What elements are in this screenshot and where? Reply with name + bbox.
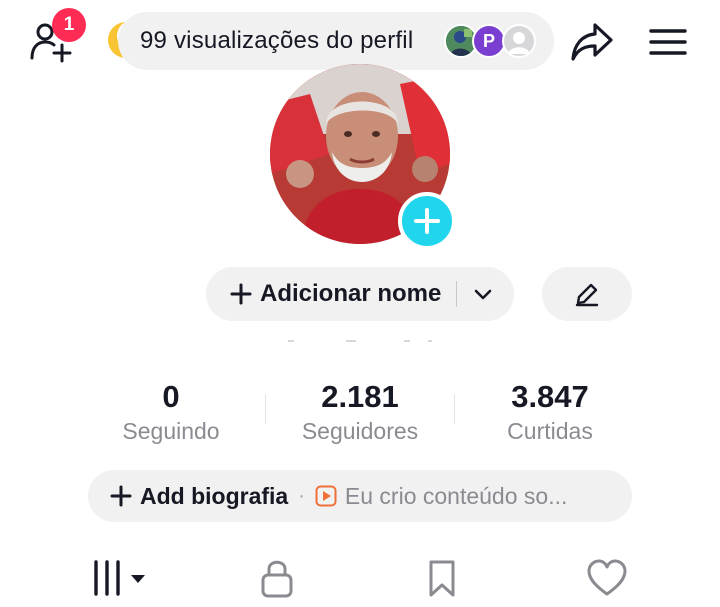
add-name-label: Adicionar nome (260, 280, 442, 307)
plus-icon (414, 208, 440, 234)
add-bio-label: Add biografia (140, 482, 289, 509)
plus-icon (230, 283, 252, 305)
add-name-button[interactable]: Adicionar nome (206, 267, 514, 321)
lock-icon (261, 560, 293, 598)
bio-separator: · (298, 484, 305, 507)
edit-profile-button[interactable] (542, 267, 632, 321)
stat-divider (454, 394, 455, 424)
stat-value: 2.181 (321, 379, 399, 414)
dots-line (286, 330, 436, 342)
stat-label: Seguidores (301, 418, 419, 444)
stat-label: Seguindo (122, 418, 220, 444)
notification-badge: 1 (52, 8, 86, 42)
menu-button[interactable] (644, 18, 692, 66)
plus-icon (110, 485, 132, 507)
divider (456, 281, 457, 307)
tab-saved[interactable] (412, 554, 472, 602)
chevron-down-icon[interactable] (468, 279, 498, 309)
stat-label: Curtidas (507, 418, 593, 444)
profile-views-text: 99 visualizações do perfil (140, 27, 414, 54)
stat-divider (265, 394, 266, 424)
bio-suggestion: Eu crio conteúdo so... (344, 482, 568, 509)
profile-views-button[interactable]: 99 visualizações do perfil P (118, 12, 554, 70)
tab-private[interactable] (247, 554, 307, 602)
viewer-avatar-default (502, 24, 536, 58)
add-bio-button[interactable]: Add biografia · Eu crio conteúdo so... (88, 470, 632, 522)
stat-likes[interactable]: 3.847 Curtidas (460, 378, 640, 446)
add-avatar-button[interactable] (398, 192, 456, 250)
pencil-icon (575, 283, 599, 307)
viewer-avatar-initial: P (472, 24, 506, 58)
stat-followers[interactable]: 2.181 Seguidores (270, 378, 450, 446)
stat-following[interactable]: 0 Seguindo (81, 378, 261, 446)
bookmark-icon (429, 560, 455, 597)
share-arrow-icon (571, 23, 613, 61)
heart-icon (587, 559, 627, 596)
share-button[interactable] (566, 18, 618, 66)
stat-value: 0 (162, 379, 180, 414)
tab-liked[interactable] (577, 554, 637, 602)
videos-grid-icon (94, 560, 145, 596)
tab-videos[interactable] (90, 554, 150, 602)
stat-value: 3.847 (511, 379, 589, 414)
hamburger-menu-icon (649, 29, 687, 55)
play-suggestion-icon (315, 485, 337, 507)
